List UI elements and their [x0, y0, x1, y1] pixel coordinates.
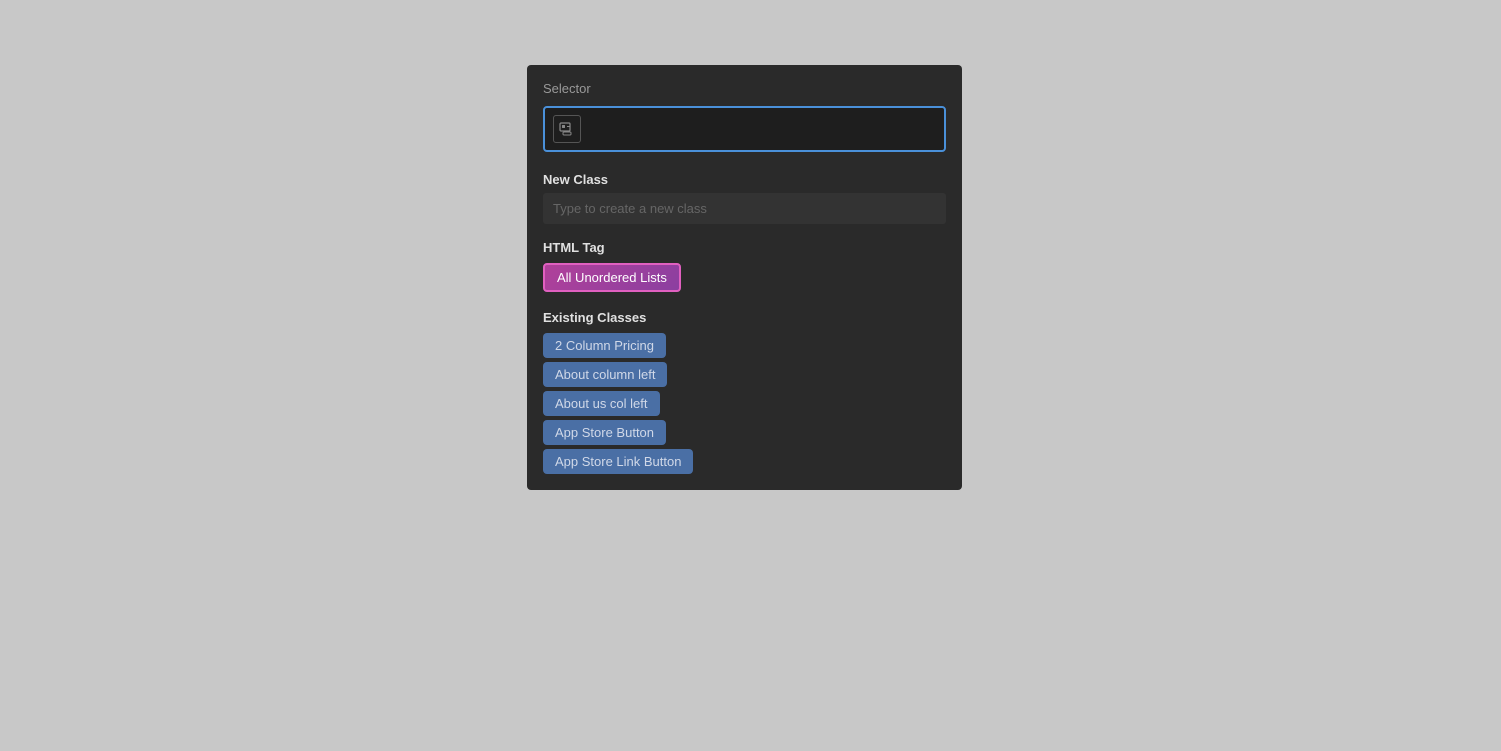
- selector-panel: Selector New Class Type to create a new …: [527, 65, 962, 490]
- class-item-1[interactable]: About column left: [543, 362, 667, 387]
- html-tag-label: HTML Tag: [543, 232, 946, 263]
- class-item-4[interactable]: App Store Link Button: [543, 449, 693, 474]
- class-item-2[interactable]: About us col left: [543, 391, 660, 416]
- class-list: 2 Column Pricing About column left About…: [543, 333, 946, 474]
- selector-icon: [553, 115, 581, 143]
- class-item-0[interactable]: 2 Column Pricing: [543, 333, 666, 358]
- html-tag-badge[interactable]: All Unordered Lists: [543, 263, 681, 292]
- create-class-hint: Type to create a new class: [543, 193, 946, 224]
- class-item-3[interactable]: App Store Button: [543, 420, 666, 445]
- selector-input-wrapper[interactable]: [543, 106, 946, 152]
- new-class-label: New Class: [543, 164, 946, 193]
- panel-title: Selector: [543, 81, 946, 96]
- existing-classes-label: Existing Classes: [543, 302, 946, 333]
